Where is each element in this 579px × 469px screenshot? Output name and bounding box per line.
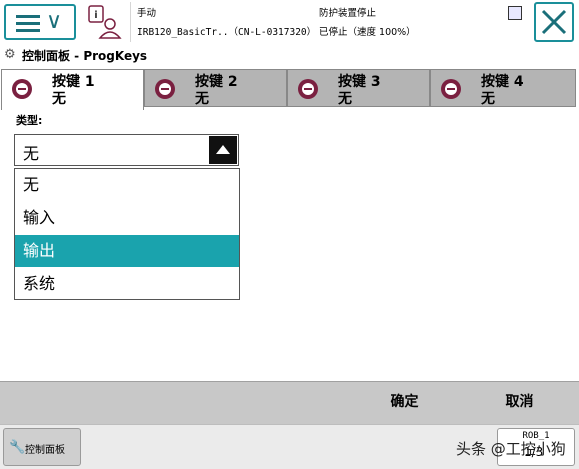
close-button[interactable] bbox=[534, 2, 574, 42]
type-select-value: 无 bbox=[23, 144, 40, 163]
run-state: 已停止（速度 100%） bbox=[319, 27, 416, 38]
safety-state: 防护装置停止 bbox=[319, 8, 377, 19]
main-menu-button[interactable]: ∨ bbox=[4, 4, 76, 40]
tab-key-2[interactable]: 按键 2 无 bbox=[144, 69, 287, 107]
window-title-bar: ⚙ 控制面板 - ProgKeys bbox=[0, 44, 579, 66]
control-panel-icon: ⚙ bbox=[4, 47, 16, 62]
tab-value: 无 bbox=[195, 91, 209, 107]
user-icon[interactable]: i bbox=[86, 4, 124, 42]
system-name: IRB120_BasicTr..（CN-L-0317320） bbox=[137, 27, 317, 38]
command-bar: 确定 取消 bbox=[0, 381, 579, 425]
tool-icon[interactable] bbox=[508, 6, 522, 20]
svg-text:i: i bbox=[94, 10, 97, 21]
tab-value: 无 bbox=[481, 91, 495, 107]
type-label: 类型: bbox=[16, 114, 43, 127]
taskbar-item-control-panel[interactable]: 🔧 控制面板 bbox=[3, 428, 81, 466]
menu-icon bbox=[16, 15, 40, 36]
tab-key-4[interactable]: 按键 4 无 bbox=[430, 69, 576, 107]
tab-value: 无 bbox=[52, 91, 66, 107]
chevron-up-icon[interactable] bbox=[209, 136, 237, 164]
status-area[interactable]: 手动 IRB120_BasicTr..（CN-L-0317320） 防护装置停止… bbox=[130, 2, 529, 42]
option-input[interactable]: 输入 bbox=[15, 202, 239, 234]
tab-value: 无 bbox=[338, 91, 352, 107]
chevron-down-icon: ∨ bbox=[46, 9, 63, 34]
page-title: 控制面板 - ProgKeys bbox=[22, 49, 148, 63]
type-select[interactable]: 无 bbox=[14, 134, 239, 166]
option-none[interactable]: 无 bbox=[15, 169, 239, 201]
program-key-icon bbox=[298, 79, 318, 99]
option-system[interactable]: 系统 bbox=[15, 268, 239, 300]
control-panel-icon: 🔧 bbox=[9, 440, 26, 455]
top-bar: ∨ i 手动 IRB120_BasicTr..（CN-L-0317320） 防护… bbox=[0, 0, 579, 45]
ok-button[interactable]: 确定 bbox=[347, 382, 462, 425]
key-tabs: 按键 1 无 按键 2 无 按键 3 无 按键 4 无 bbox=[0, 66, 579, 110]
tab-key-1[interactable]: 按键 1 无 bbox=[1, 69, 144, 110]
program-key-icon bbox=[441, 79, 461, 99]
tab-key-3[interactable]: 按键 3 无 bbox=[287, 69, 430, 107]
close-icon bbox=[541, 9, 567, 35]
program-key-icon bbox=[155, 79, 175, 99]
option-output[interactable]: 输出 bbox=[15, 235, 239, 267]
type-dropdown-list: 无 输入 输出 系统 bbox=[14, 168, 240, 300]
mode-text: 手动 bbox=[137, 8, 157, 19]
cancel-button[interactable]: 取消 bbox=[462, 382, 577, 425]
program-key-icon bbox=[12, 79, 32, 99]
taskbar-item-label: 控制面板 bbox=[25, 445, 65, 456]
watermark: 头条 @工控小狗 bbox=[456, 440, 566, 458]
